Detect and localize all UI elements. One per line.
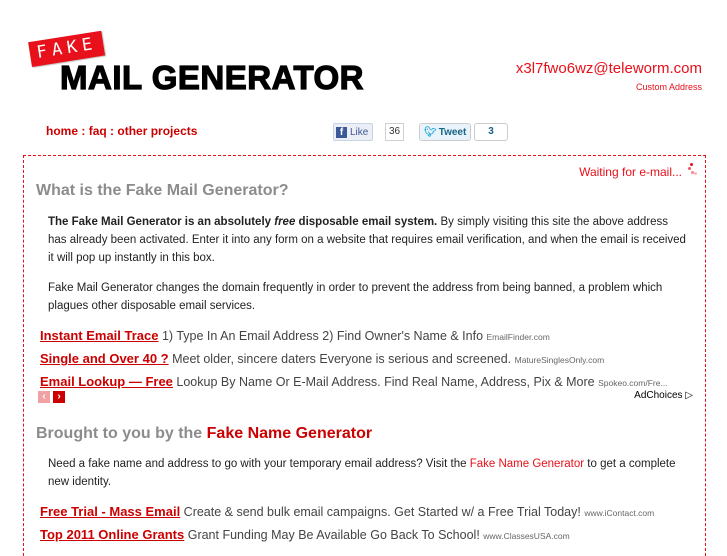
ad-title-link[interactable]: Free Trial - Mass Email bbox=[40, 504, 180, 519]
facebook-icon: f bbox=[336, 126, 347, 138]
waiting-text: Waiting for e-mail... bbox=[579, 165, 682, 179]
top-nav: home : faq : other projects bbox=[46, 124, 197, 138]
ad-item: Single and Over 40 ? Meet older, sincere… bbox=[40, 348, 700, 371]
intro-bold-b: disposable email system. bbox=[295, 216, 438, 228]
brought-text-a: Need a fake name and address to go with … bbox=[48, 458, 470, 470]
domain-paragraph: Fake Mail Generator changes the domain f… bbox=[48, 282, 663, 312]
ad-item: Free Trial - Mass Email Create & send bu… bbox=[40, 501, 700, 524]
ad-url[interactable]: www.iContact.com bbox=[584, 508, 654, 518]
ad-next-button[interactable]: › bbox=[53, 391, 65, 403]
inbox-status: Waiting for e-mail... bbox=[579, 163, 697, 179]
ad-prev-button[interactable]: ‹ bbox=[38, 391, 50, 403]
facebook-like-button[interactable]: f Like bbox=[333, 123, 374, 141]
site-logo[interactable]: FAKE MAIL GENERATOR bbox=[28, 30, 388, 100]
intro-free: free bbox=[274, 216, 296, 228]
ad-item: Email Lookup — Free Lookup By Name Or E-… bbox=[40, 371, 700, 394]
ad-url[interactable]: Spokeo.com/Fre... bbox=[598, 378, 667, 388]
fake-name-generator-heading-link[interactable]: Fake Name Generator bbox=[207, 425, 372, 442]
adchoices-link[interactable]: AdChoices ▷ bbox=[634, 390, 693, 401]
ad-url[interactable]: EmailFinder.com bbox=[487, 332, 550, 342]
tweet-button[interactable]: 🐦︎ Tweet bbox=[419, 123, 472, 141]
ad-item: Top 2011 Online Grants Grant Funding May… bbox=[40, 524, 700, 547]
tweet-count: 3 bbox=[474, 123, 508, 141]
ad-title-link[interactable]: Email Lookup — Free bbox=[40, 374, 173, 389]
nav-faq[interactable]: faq bbox=[89, 124, 107, 138]
nav-separator: : bbox=[81, 124, 86, 138]
email-address[interactable]: x3l7fwo6wz@teleworm.com bbox=[516, 60, 702, 78]
ad-item: Instant Email Trace 1) Type In An Email … bbox=[40, 325, 700, 348]
address-panel: x3l7fwo6wz@teleworm.com Custom Address bbox=[516, 60, 702, 92]
ad-url[interactable]: MatureSinglesOnly.com bbox=[515, 355, 605, 365]
what-is-heading: What is the Fake Mail Generator? bbox=[36, 182, 289, 199]
logo-main-text: MAIL GENERATOR bbox=[59, 59, 365, 96]
ad-list-top: Instant Email Trace 1) Type In An Email … bbox=[40, 325, 700, 394]
ad-list-bottom: Free Trial - Mass Email Create & send bu… bbox=[40, 501, 700, 547]
nav-home[interactable]: home bbox=[46, 124, 78, 138]
ad-title-link[interactable]: Instant Email Trace bbox=[40, 328, 159, 343]
brought-by-heading: Brought to you by the Fake Name Generato… bbox=[36, 425, 372, 443]
ad-title-link[interactable]: Single and Over 40 ? bbox=[40, 351, 169, 366]
ad-text: Create & send bulk email campaigns. Get … bbox=[180, 505, 585, 519]
ad-text: Grant Funding May Be Available Go Back T… bbox=[184, 528, 484, 542]
twitter-bird-icon: 🐦︎ bbox=[424, 126, 437, 138]
custom-address-link[interactable]: Custom Address bbox=[516, 82, 702, 92]
loading-spinner-icon bbox=[687, 163, 697, 175]
facebook-like-label: Like bbox=[350, 126, 369, 138]
fake-name-generator-link[interactable]: Fake Name Generator bbox=[470, 458, 584, 470]
tweet-label: Tweet bbox=[438, 126, 467, 138]
ad-title-link[interactable]: Top 2011 Online Grants bbox=[40, 527, 184, 542]
facebook-like-count: 36 bbox=[385, 123, 405, 141]
brought-by-paragraph: Need a fake name and address to go with … bbox=[48, 455, 688, 491]
nav-other-projects[interactable]: other projects bbox=[117, 124, 197, 138]
ad-text: 1) Type In An Email Address 2) Find Owne… bbox=[158, 329, 487, 343]
intro-paragraph: The Fake Mail Generator is an absolutely… bbox=[48, 213, 688, 267]
brought-by-prefix: Brought to you by the bbox=[36, 425, 207, 442]
ad-text: Meet older, sincere daters Everyone is s… bbox=[168, 352, 515, 366]
nav-separator: : bbox=[110, 124, 115, 138]
ad-url[interactable]: www.ClassesUSA.com bbox=[483, 531, 569, 541]
intro-bold-a: The Fake Mail Generator is an absolutely bbox=[48, 216, 275, 228]
inbox-box: Waiting for e-mail... What is the Fake M… bbox=[23, 155, 706, 556]
ad-text: Lookup By Name Or E-Mail Address. Find R… bbox=[172, 375, 599, 389]
ad-pager: ‹ › bbox=[38, 391, 65, 403]
